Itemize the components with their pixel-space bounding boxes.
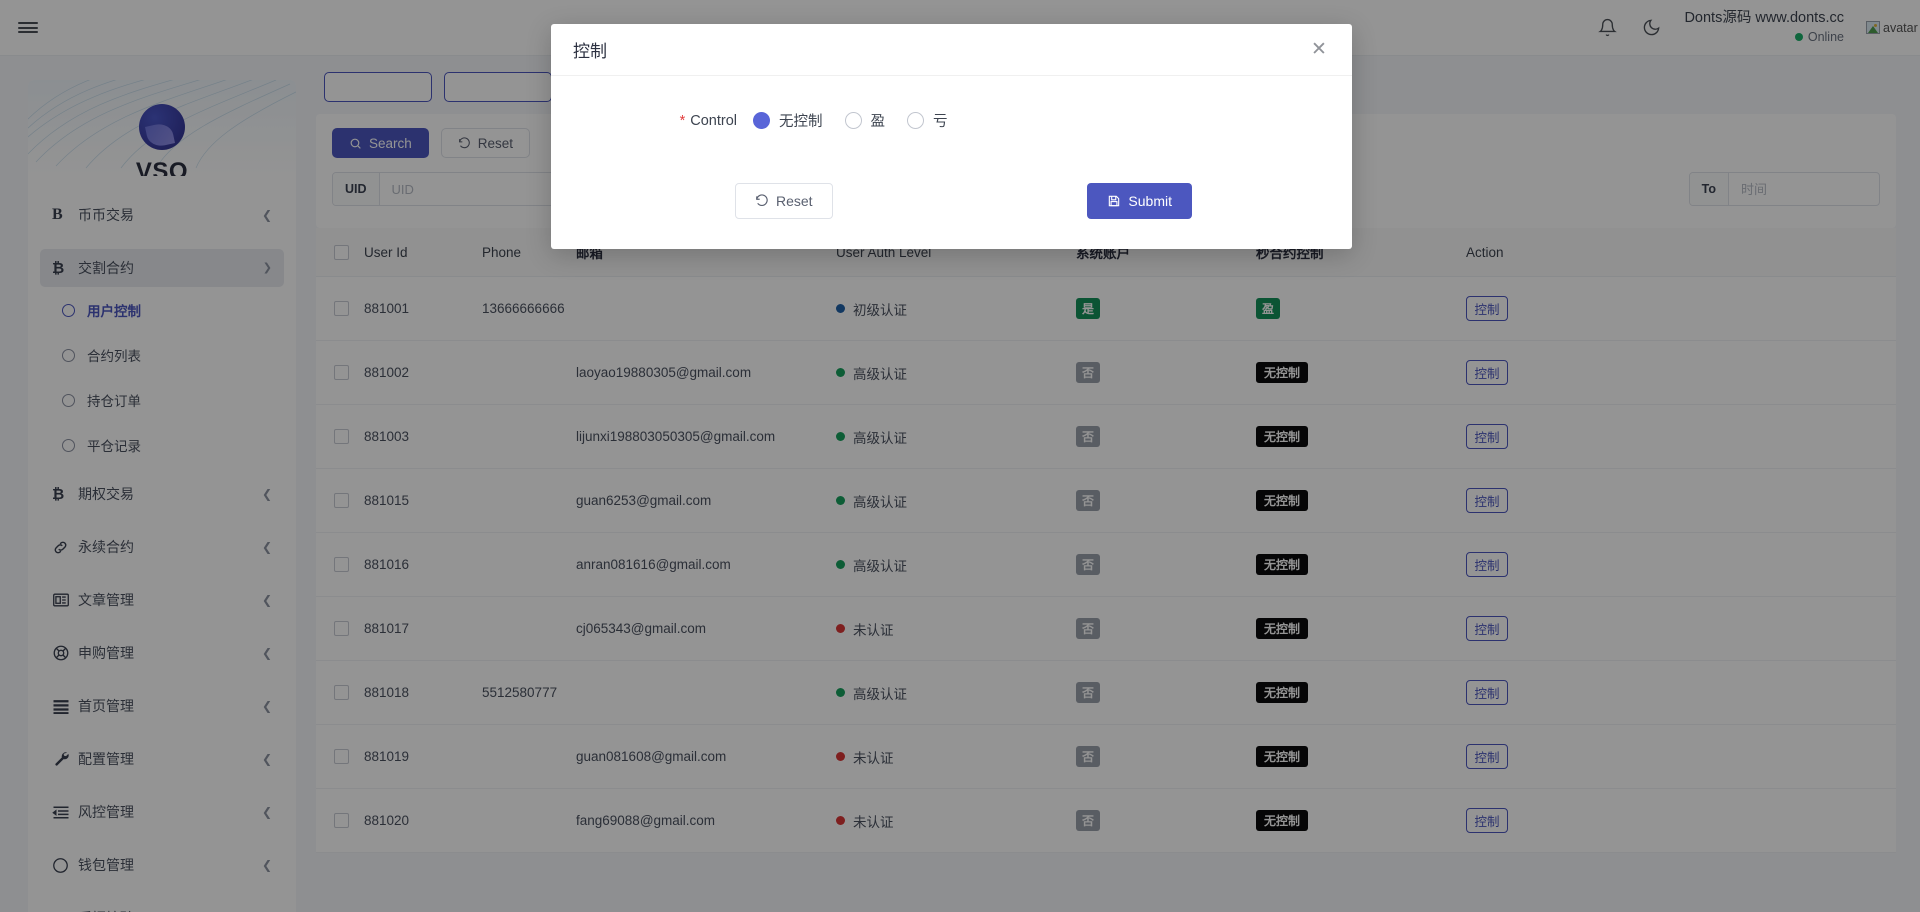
- radio-label: 亏: [933, 114, 948, 130]
- radio-no-control[interactable]: 无控制: [753, 110, 823, 131]
- modal-reset-button[interactable]: Reset: [735, 183, 833, 219]
- required-mark: *: [679, 112, 686, 129]
- modal-submit-button[interactable]: Submit: [1087, 183, 1192, 219]
- radio-icon: [753, 112, 770, 129]
- modal-body: * Control 无控制 盈 亏: [551, 76, 1352, 157]
- control-radio-group: 无控制 盈 亏: [753, 110, 948, 131]
- save-icon: [1107, 194, 1121, 208]
- radio-label: 盈: [870, 114, 886, 130]
- close-icon[interactable]: ✕: [1308, 39, 1330, 61]
- modal-reset-label: Reset: [776, 193, 813, 209]
- radio-label: 无控制: [779, 114, 823, 130]
- modal-footer: Reset Submit: [551, 157, 1352, 249]
- radio-loss[interactable]: 亏: [907, 110, 948, 131]
- modal-submit-label: Submit: [1128, 193, 1172, 209]
- control-field-row: * Control 无控制 盈 亏: [573, 110, 1330, 131]
- control-modal: 控制 ✕ * Control 无控制 盈 亏 Reset Submit: [551, 24, 1352, 249]
- refresh-ccw-icon: [755, 194, 769, 208]
- modal-title: 控制: [573, 42, 607, 61]
- modal-header: 控制 ✕: [551, 24, 1352, 76]
- control-label-text: Control: [690, 112, 737, 129]
- radio-icon: [907, 112, 924, 129]
- radio-icon: [844, 112, 862, 129]
- control-field-label: * Control: [573, 113, 753, 129]
- radio-profit[interactable]: 盈: [844, 110, 886, 131]
